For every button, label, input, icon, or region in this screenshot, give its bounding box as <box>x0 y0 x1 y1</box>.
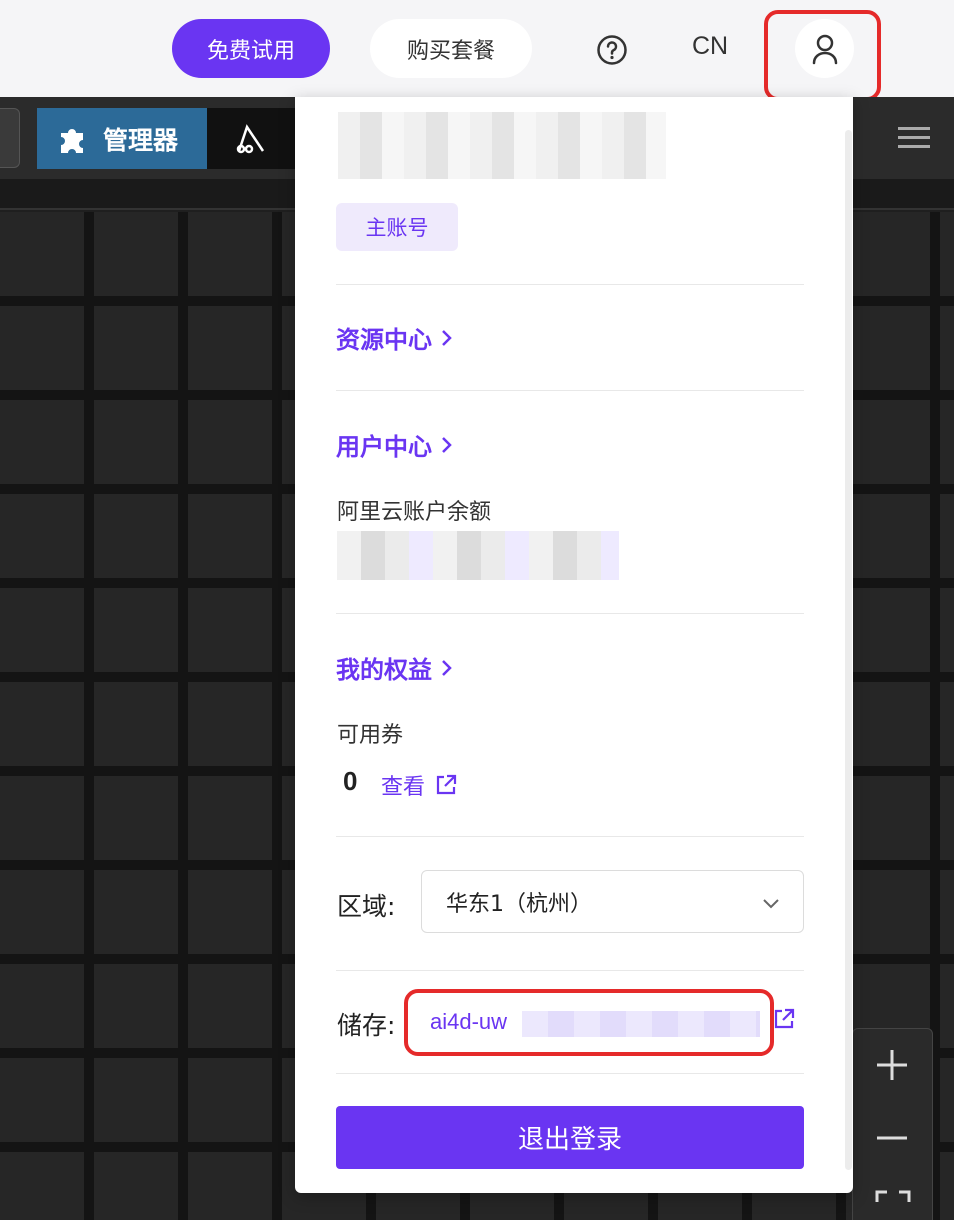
logout-button[interactable]: 退出登录 <box>336 1106 804 1169</box>
puzzle-icon <box>61 128 83 153</box>
coupon-view-link[interactable]: 查看 <box>381 769 457 801</box>
divider <box>336 284 804 285</box>
chevron-right-icon <box>442 659 452 676</box>
dropdown-scrollbar[interactable] <box>845 130 852 1170</box>
balance-redacted <box>337 531 619 580</box>
balance-label: 阿里云账户余额 <box>337 500 492 525</box>
language-switch[interactable]: CN <box>692 32 728 61</box>
graph-tool-icon <box>236 123 265 153</box>
hamburger-icon[interactable] <box>896 124 932 152</box>
divider <box>336 390 804 391</box>
region-label: 区域: <box>337 892 396 921</box>
toolbar-left-tab[interactable] <box>0 108 20 168</box>
storage-label: 储存: <box>337 1011 396 1040</box>
coupon-label: 可用券 <box>337 723 404 748</box>
role-badge: 主账号 <box>336 203 458 251</box>
account-name-redacted <box>338 112 666 179</box>
storage-highlight-box <box>404 989 774 1056</box>
divider <box>336 836 804 837</box>
question-circle-icon[interactable] <box>596 34 628 66</box>
resource-center-link[interactable]: 资源中心 <box>336 320 454 355</box>
user-center-link[interactable]: 用户中心 <box>336 427 454 462</box>
divider <box>336 1073 804 1074</box>
benefits-label: 我的权益 <box>336 656 432 684</box>
region-select[interactable]: 华东1（杭州） <box>421 870 804 933</box>
buy-plan-button[interactable]: 购买套餐 <box>370 19 532 78</box>
external-link-icon[interactable] <box>772 1007 796 1031</box>
manager-tab[interactable]: 管理器 <box>37 108 207 169</box>
user-highlight-box <box>764 10 881 101</box>
resource-center-label: 资源中心 <box>336 326 432 354</box>
node-tool-tab[interactable] <box>207 108 295 169</box>
zoom-out-icon[interactable] <box>872 1118 912 1158</box>
external-link-icon <box>436 774 457 795</box>
coupon-count: 0 <box>343 766 358 796</box>
region-value: 华东1（杭州） <box>446 891 592 917</box>
chevron-right-icon <box>442 436 452 453</box>
user-center-label: 用户中心 <box>336 433 432 461</box>
zoom-in-icon[interactable] <box>872 1045 912 1085</box>
free-trial-button[interactable]: 免费试用 <box>172 19 330 78</box>
fit-view-icon[interactable] <box>875 1190 911 1220</box>
divider <box>336 970 804 971</box>
manager-tab-label: 管理器 <box>103 125 179 155</box>
divider <box>336 613 804 614</box>
chevron-down-icon <box>763 899 779 909</box>
benefits-link[interactable]: 我的权益 <box>336 650 454 685</box>
chevron-right-icon <box>442 329 452 346</box>
coupon-view-label: 查看 <box>381 775 426 800</box>
